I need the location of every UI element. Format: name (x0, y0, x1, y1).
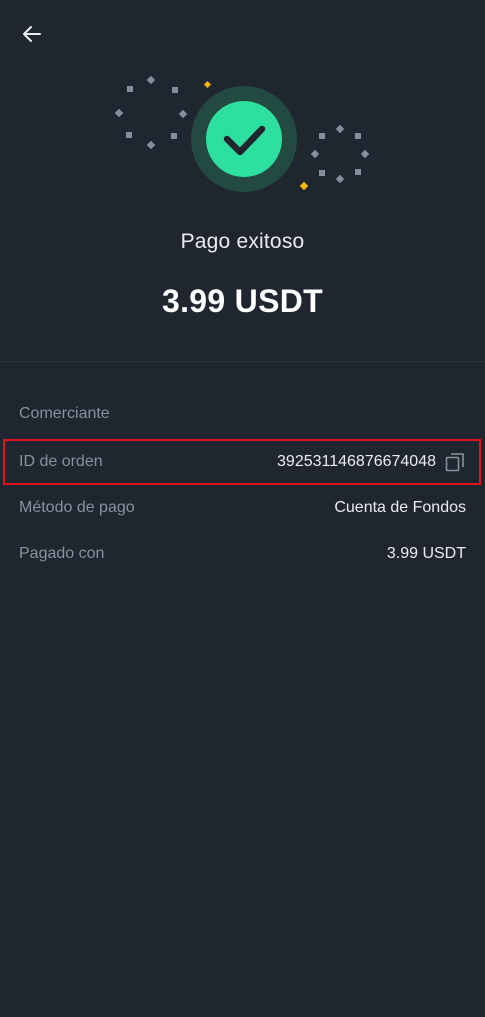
section-divider (0, 361, 485, 362)
payment-amount: 3.99 USDT (162, 283, 323, 319)
detail-row-paid-with: Pagado con 3.99 USDT (19, 542, 466, 566)
check-circle-icon (191, 86, 297, 192)
order-id-value: 392531146876674048 (277, 453, 436, 470)
payment-method-value: Cuenta de Fondos (334, 499, 466, 516)
detail-row-payment-method: Método de pago Cuenta de Fondos (19, 496, 466, 520)
merchant-label: Comerciante (19, 405, 110, 422)
order-id-value-group: 392531146876674048 (277, 451, 466, 473)
paid-with-label: Pagado con (19, 545, 105, 562)
payment-status-title: Pago exitoso (180, 230, 305, 253)
payment-method-label: Método de pago (19, 499, 135, 516)
success-hero: Pago exitoso 3.99 USDT (0, 0, 485, 360)
detail-row-order-id: ID de orden 392531146876674048 (19, 450, 466, 474)
copy-icon[interactable] (444, 451, 466, 473)
detail-row-merchant: Comerciante (19, 402, 466, 426)
paid-with-value: 3.99 USDT (386, 545, 466, 562)
confetti-decoration (114, 75, 370, 192)
order-id-label: ID de orden (19, 453, 103, 470)
